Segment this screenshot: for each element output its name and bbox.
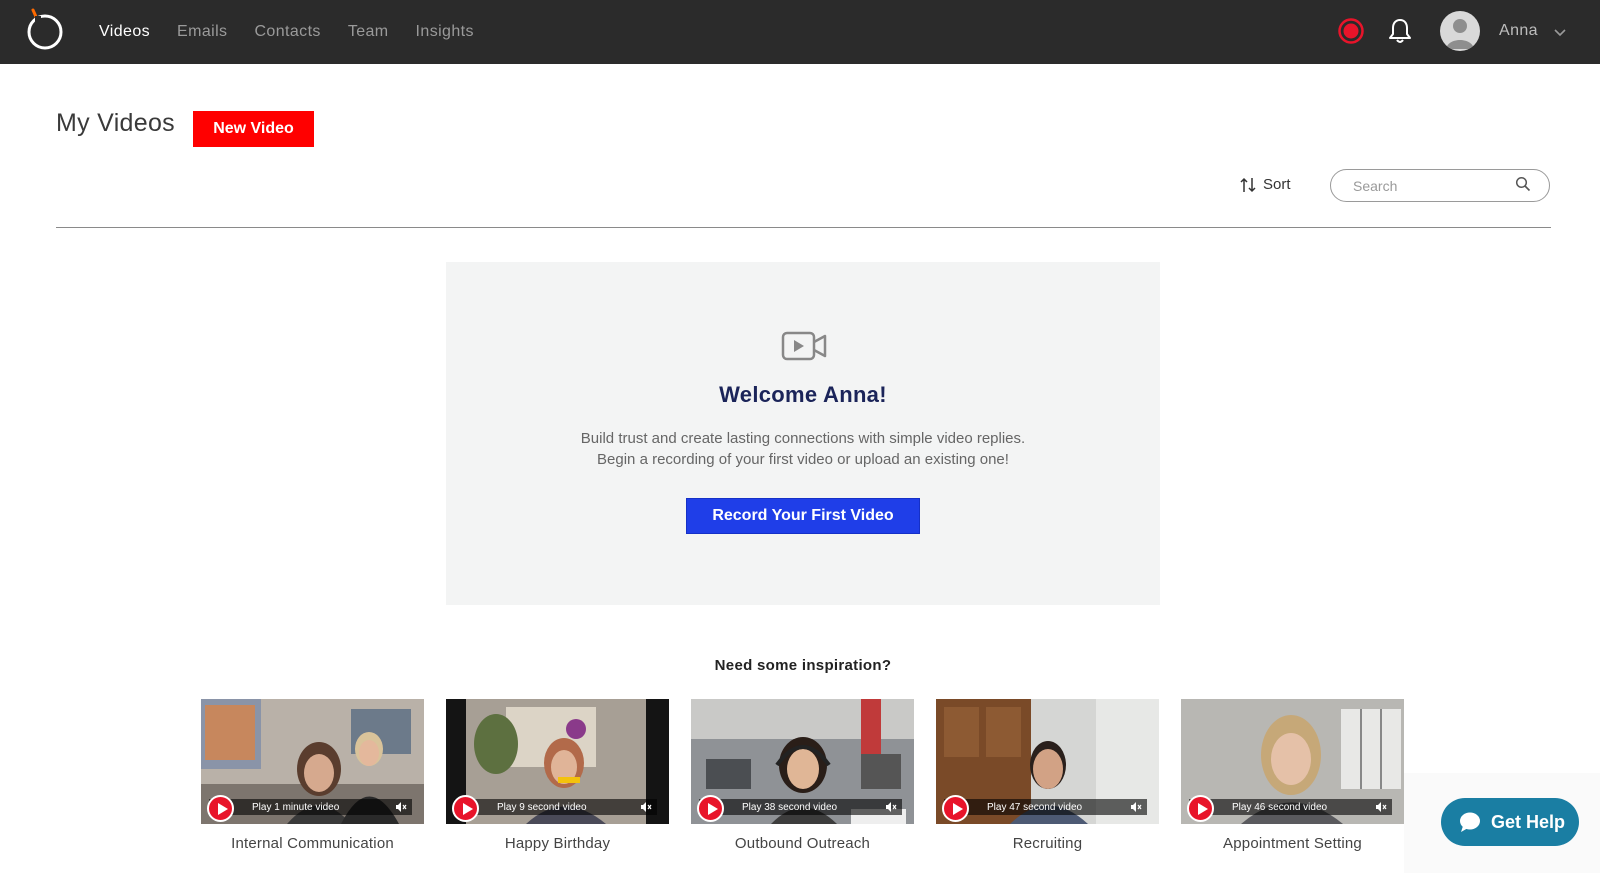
video-title[interactable]: Internal Communication [201, 835, 424, 852]
get-help-label: Get Help [1491, 811, 1566, 832]
inspiration-video-card[interactable]: Play 9 second video Happy Birthday [446, 699, 669, 852]
inspiration-video-card[interactable]: Play 47 second video Recruiting [936, 699, 1159, 852]
new-video-button[interactable]: New Video [193, 111, 314, 147]
video-thumbnail[interactable]: Play 47 second video [936, 699, 1159, 824]
header-divider [56, 227, 1551, 228]
inspiration-video-card[interactable]: Play 38 second video Outbound Outreach [691, 699, 914, 852]
mute-icon[interactable] [1375, 801, 1387, 813]
top-nav-bar: Videos Emails Contacts Team Insights Ann… [0, 0, 1600, 64]
play-icon[interactable] [1187, 795, 1214, 822]
sort-icon [1240, 177, 1256, 192]
search-field[interactable] [1330, 169, 1550, 202]
page-title: My Videos [56, 109, 175, 137]
welcome-line-1: Build trust and create lasting connectio… [580, 430, 1026, 447]
play-icon[interactable] [942, 795, 969, 822]
video-duration-label: Play 9 second video [497, 801, 587, 813]
video-title[interactable]: Recruiting [936, 835, 1159, 852]
video-camera-icon [781, 331, 827, 361]
inspiration-video-card[interactable]: Play 46 second video Appointment Setting [1181, 699, 1404, 852]
play-icon[interactable] [697, 795, 724, 822]
mute-icon[interactable] [885, 801, 897, 813]
video-thumbnail[interactable]: Play 9 second video [446, 699, 669, 824]
play-icon[interactable] [452, 795, 479, 822]
video-title[interactable]: Appointment Setting [1181, 835, 1404, 852]
play-icon[interactable] [207, 795, 234, 822]
video-thumbnail[interactable]: Play 38 second video [691, 699, 914, 824]
welcome-panel: Welcome Anna! Build trust and create las… [446, 262, 1160, 605]
bell-icon[interactable] [1387, 17, 1413, 45]
video-control-bar: Play 38 second video [699, 799, 902, 815]
nav-contacts[interactable]: Contacts [254, 23, 320, 41]
video-control-bar: Play 47 second video [944, 799, 1147, 815]
video-duration-label: Play 38 second video [742, 801, 838, 813]
video-control-bar: Play 9 second video [454, 799, 657, 815]
get-help-button[interactable]: Get Help [1441, 798, 1579, 846]
chat-bubble-icon [1460, 812, 1480, 832]
welcome-line-2: Begin a recording of your first video or… [597, 451, 1009, 468]
mute-icon[interactable] [640, 801, 652, 813]
video-thumbnail[interactable]: Play 1 minute video [201, 699, 424, 824]
video-thumbnail[interactable]: Play 46 second video [1181, 699, 1404, 824]
video-title[interactable]: Happy Birthday [446, 835, 669, 852]
mute-icon[interactable] [1130, 801, 1142, 813]
welcome-title: Welcome Anna! [719, 382, 887, 407]
main-nav: Videos Emails Contacts Team Insights [99, 0, 501, 64]
inspiration-title: Need some inspiration? [714, 657, 892, 674]
video-duration-label: Play 47 second video [987, 801, 1083, 813]
mute-icon[interactable] [395, 801, 407, 813]
logo-icon[interactable] [25, 7, 65, 51]
chevron-down-icon[interactable] [1553, 25, 1567, 39]
welcome-description: Build trust and create lasting connectio… [446, 428, 1160, 470]
sort-button[interactable]: Sort [1239, 176, 1291, 193]
avatar[interactable] [1440, 11, 1480, 51]
video-duration-label: Play 1 minute video [252, 801, 340, 813]
inspiration-video-card[interactable]: Play 1 minute video Internal Communicati… [201, 699, 424, 852]
nav-emails[interactable]: Emails [177, 23, 227, 41]
video-control-bar: Play 1 minute video [209, 799, 412, 815]
record-icon[interactable] [1338, 18, 1364, 44]
search-icon[interactable] [1515, 176, 1531, 192]
sort-label: Sort [1263, 176, 1291, 193]
nav-videos[interactable]: Videos [99, 23, 150, 41]
video-control-bar: Play 46 second video [1189, 799, 1392, 815]
video-title[interactable]: Outbound Outreach [691, 835, 914, 852]
user-name[interactable]: Anna [1499, 22, 1538, 40]
video-duration-label: Play 46 second video [1232, 801, 1328, 813]
record-first-video-button[interactable]: Record Your First Video [686, 498, 920, 534]
nav-team[interactable]: Team [348, 23, 389, 41]
nav-insights[interactable]: Insights [416, 23, 474, 41]
search-input[interactable] [1353, 177, 1513, 194]
